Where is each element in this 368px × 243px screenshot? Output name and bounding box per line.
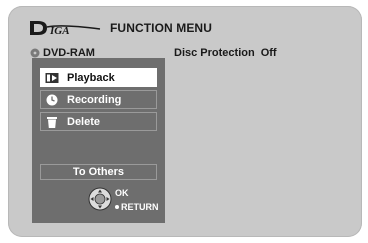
clock-icon bbox=[45, 93, 59, 107]
return-dot-icon bbox=[115, 205, 119, 209]
dpad-icon bbox=[88, 187, 112, 211]
disc-protection-value: Off bbox=[260, 47, 277, 59]
diga-logo: IGA bbox=[28, 18, 106, 38]
disc-protection: Disc Protection Off bbox=[174, 47, 277, 59]
playback-icon bbox=[45, 71, 59, 85]
menu-item-label: Playback bbox=[67, 71, 115, 84]
disc-protection-label: Disc Protection bbox=[174, 47, 255, 59]
return-hint: RETURN bbox=[115, 202, 159, 212]
menu-item-label: Delete bbox=[67, 115, 101, 128]
trash-icon bbox=[45, 115, 59, 129]
menu-item-delete[interactable]: Delete bbox=[40, 112, 157, 131]
nav-hint: OK RETURN bbox=[88, 185, 159, 217]
function-menu-screen: IGA FUNCTION MENU DVD-RAM Disc Protectio… bbox=[8, 6, 362, 237]
menu-item-recording[interactable]: Recording bbox=[40, 90, 157, 109]
to-others-button[interactable]: To Others bbox=[40, 164, 157, 180]
svg-text:IGA: IGA bbox=[49, 25, 70, 37]
menu-item-playback[interactable]: Playback bbox=[40, 68, 157, 87]
menu-panel: Playback Recording Delete To Others OK R… bbox=[32, 58, 165, 223]
return-label: RETURN bbox=[121, 202, 159, 212]
ok-label: OK bbox=[115, 188, 129, 198]
disc-icon bbox=[30, 48, 40, 58]
menu-item-label: Recording bbox=[67, 93, 122, 106]
menu-title: FUNCTION MENU bbox=[110, 21, 212, 35]
